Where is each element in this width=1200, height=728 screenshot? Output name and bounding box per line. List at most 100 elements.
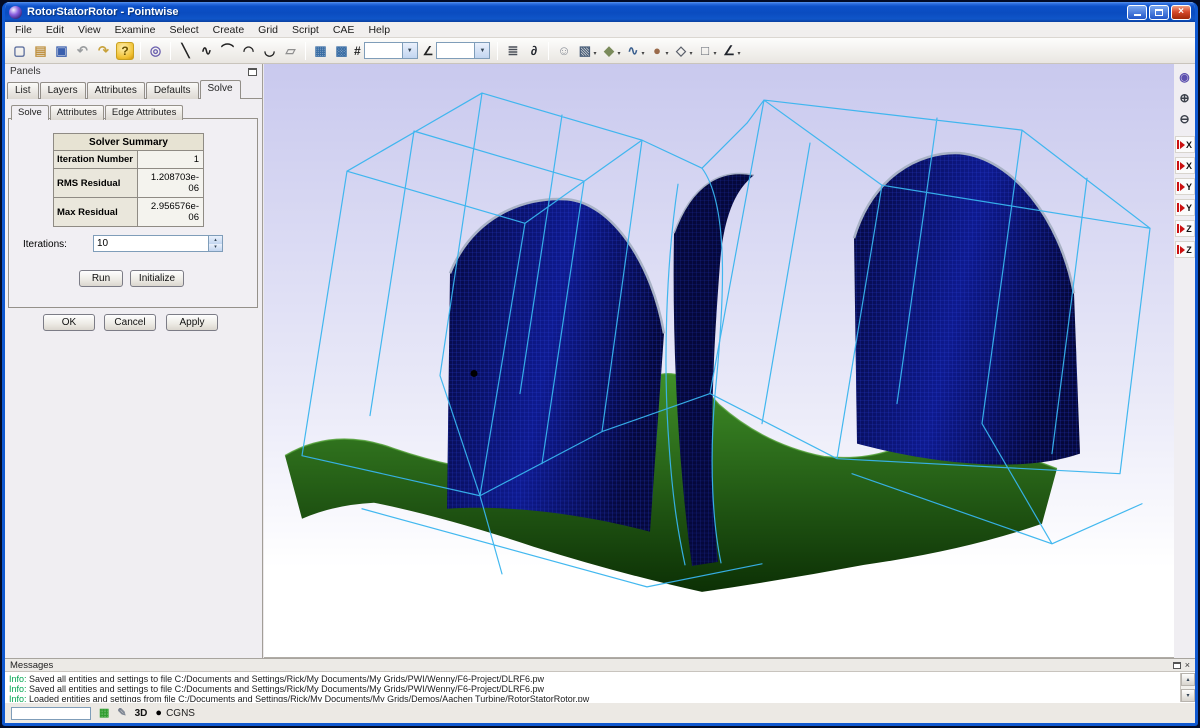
chevron-down-icon[interactable]: ▾ [714, 50, 717, 57]
view-minus-y-button[interactable]: Y [1175, 199, 1195, 216]
help-icon[interactable]: ? [116, 42, 134, 60]
mask-icon[interactable]: ☺ [553, 41, 574, 61]
chevron-down-icon[interactable]: ▾ [641, 50, 644, 57]
titlebar[interactable]: RotorStatorRotor - Pointwise × [5, 2, 1195, 22]
chevron-down-icon[interactable]: ▾ [738, 50, 741, 57]
subtab-edge-attributes[interactable]: Edge Attributes [105, 105, 183, 120]
menu-cae[interactable]: CAE [326, 23, 362, 37]
chevron-down-icon[interactable]: ▼ [474, 43, 489, 58]
menu-create[interactable]: Create [206, 23, 252, 37]
solver-summary-row: Iteration Number 1 [54, 151, 204, 169]
close-messages-icon[interactable]: × [1185, 661, 1190, 670]
view-minus-z-button[interactable]: Z [1175, 241, 1195, 258]
dimension-combobox[interactable]: ▼ [364, 42, 418, 59]
revolve-tool-icon[interactable]: ▱ [280, 41, 301, 61]
view-plus-y-button[interactable]: Y [1175, 178, 1195, 195]
spline-tool-icon[interactable]: ∿ [196, 41, 217, 61]
new-file-icon[interactable]: ▢ [9, 41, 30, 61]
scroll-up-icon[interactable]: ▴ [1181, 673, 1195, 686]
view-toolbar: ◉ ⊕ ⊖ X X Y Y [1174, 64, 1195, 658]
save-file-icon[interactable]: ▣ [51, 41, 72, 61]
conic-tool-icon[interactable]: ◠ [238, 41, 259, 61]
chevron-down-icon[interactable]: ▾ [593, 50, 596, 57]
grid-status-icon[interactable]: ▦ [99, 708, 109, 719]
chevron-down-icon[interactable]: ▼ [402, 43, 417, 58]
fillet-tool-icon[interactable]: ◡ [259, 41, 280, 61]
tool-status-icon[interactable]: ✎ [117, 708, 126, 719]
messages-scrollbar[interactable]: ▴ ▾ [1180, 673, 1195, 702]
undock-panel-icon[interactable] [248, 68, 257, 76]
subtab-attributes[interactable]: Attributes [50, 105, 104, 120]
statusbar: ▦✎ 3D ● CGNS [5, 702, 1195, 723]
database-filter-icon: ● ▾ [647, 41, 671, 61]
menu-edit[interactable]: Edit [39, 23, 71, 37]
command-input[interactable] [11, 707, 91, 720]
toolbar-icon[interactable]: ● [647, 41, 668, 61]
maximize-button[interactable] [1149, 5, 1169, 20]
minimize-button[interactable] [1127, 5, 1147, 20]
toolbar-icon[interactable]: ∿ [622, 41, 643, 61]
spin-down-icon[interactable]: ▾ [209, 244, 222, 252]
messages-header: Messages × [5, 659, 1195, 672]
derivative-icon[interactable]: ∂ [523, 41, 544, 61]
menu-grid[interactable]: Grid [251, 23, 285, 37]
menu-file[interactable]: File [8, 23, 39, 37]
iterations-spinner[interactable]: ▴ ▾ [208, 235, 223, 252]
ok-button[interactable]: OK [43, 314, 95, 331]
menu-examine[interactable]: Examine [108, 23, 163, 37]
undock-messages-icon[interactable] [1173, 662, 1181, 669]
initialize-button[interactable]: Initialize [130, 270, 184, 287]
axis-arrow-icon [1180, 246, 1185, 254]
tab-layers[interactable]: Layers [40, 82, 86, 99]
segment-tool-icon[interactable]: ╲ [175, 41, 196, 61]
open-file-icon[interactable]: ▤ [30, 41, 51, 61]
copy-entity-icon[interactable]: ≣ [502, 41, 523, 61]
menu-select[interactable]: Select [162, 23, 205, 37]
subtab-solve[interactable]: Solve [11, 105, 49, 120]
axis-arrow-icon [1177, 140, 1179, 149]
view-minus-x-button[interactable]: X [1175, 157, 1195, 174]
apply-button[interactable]: Apply [166, 314, 218, 331]
blade-left[interactable] [447, 199, 664, 532]
unstructured-grid-icon[interactable]: ▩ [331, 41, 352, 61]
zoom-in-icon[interactable]: ⊕ [1175, 88, 1194, 107]
chevron-down-icon[interactable]: ▾ [617, 50, 620, 57]
toolbar-icon[interactable]: ◆ [598, 41, 619, 61]
menu-view[interactable]: View [71, 23, 108, 37]
chevron-down-icon[interactable]: ▾ [666, 50, 669, 57]
menu-script[interactable]: Script [285, 23, 326, 37]
iterations-input[interactable] [93, 235, 208, 252]
tab-solve[interactable]: Solve [200, 80, 241, 99]
selection-marker[interactable] [471, 370, 478, 377]
undo-icon[interactable]: ↶ [72, 41, 93, 61]
close-button[interactable]: × [1171, 5, 1191, 20]
toolbar-icon[interactable]: □ [695, 41, 716, 61]
menu-help[interactable]: Help [361, 23, 397, 37]
tab-list[interactable]: List [7, 82, 39, 99]
zoom-out-icon[interactable]: ⊖ [1175, 109, 1194, 128]
block-filter-icon: ▧ ▾ [574, 41, 598, 61]
toolbar-icon[interactable]: ∠ [719, 41, 740, 61]
cancel-button[interactable]: Cancel [104, 314, 156, 331]
tab-attributes[interactable]: Attributes [87, 82, 145, 99]
structured-grid-icon[interactable]: ▦ [310, 41, 331, 61]
cae-status-icon: ● [155, 708, 162, 719]
axis-arrow-icon [1180, 204, 1185, 212]
chevron-down-icon[interactable]: ▾ [690, 50, 693, 57]
arc-tool-icon[interactable]: ⌒ [217, 41, 238, 61]
spin-up-icon[interactable]: ▴ [209, 236, 222, 244]
toolbar-icon[interactable]: ◇ [671, 41, 692, 61]
redo-icon[interactable]: ↷ [93, 41, 114, 61]
scroll-down-icon[interactable]: ▾ [1181, 689, 1195, 702]
view-plus-z-button[interactable]: Z [1175, 220, 1195, 237]
viewport-3d[interactable] [264, 64, 1174, 658]
run-button[interactable]: Run [79, 270, 123, 287]
tab-defaults[interactable]: Defaults [146, 82, 199, 99]
display-style-icon[interactable]: ◎ [145, 41, 166, 61]
spacing-combobox[interactable]: ▼ [436, 42, 490, 59]
trackball-icon[interactable]: ◉ [1175, 67, 1194, 86]
view-plus-x-button[interactable]: X [1175, 136, 1195, 153]
toolbar-icon[interactable]: ▧ [574, 41, 595, 61]
axis-arrow-icon [1177, 182, 1179, 191]
iterations-label: Iterations: [23, 239, 67, 250]
